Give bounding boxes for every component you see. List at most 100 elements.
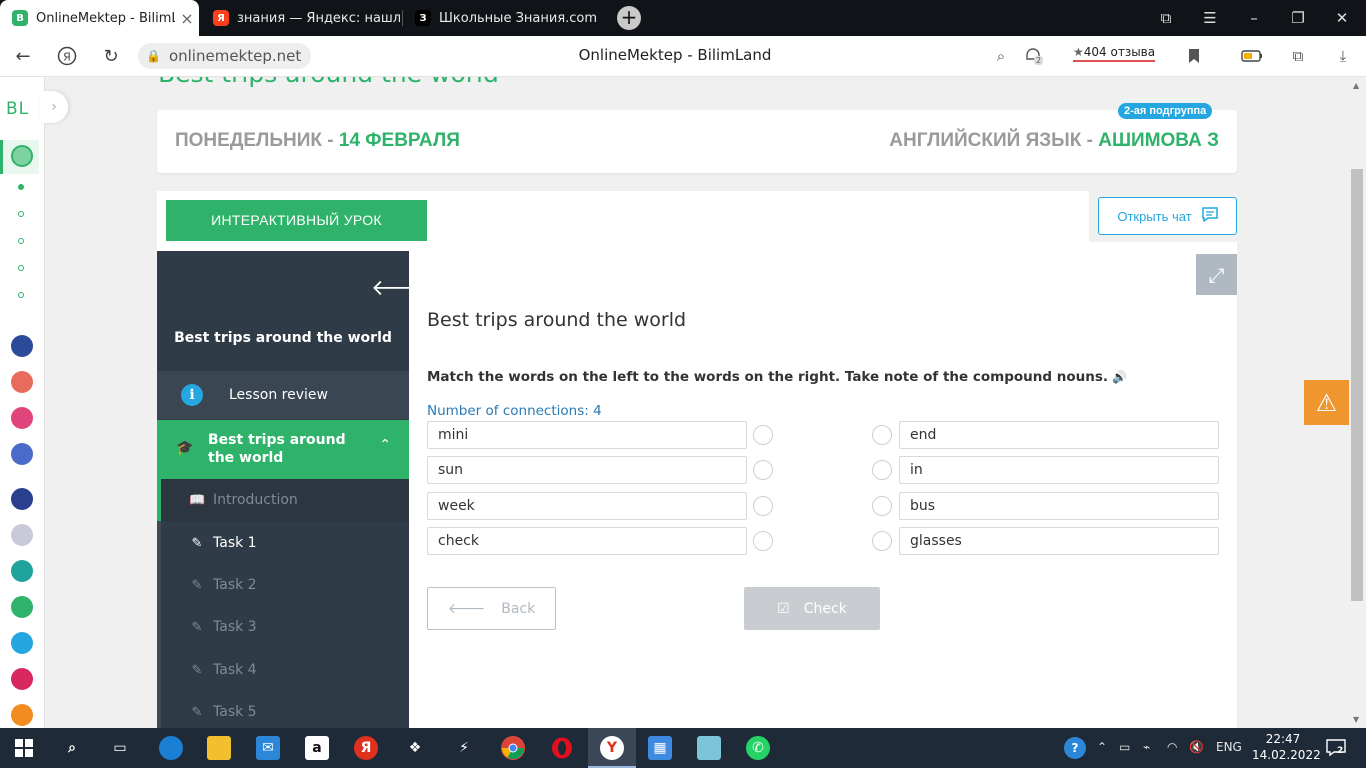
protect-icon[interactable]: 2 [1022,45,1044,67]
search-page-icon[interactable]: ⌕ [990,45,1012,67]
bilim-app-icon[interactable] [11,632,33,654]
right-connector-dot[interactable] [872,496,892,516]
right-connector-dot[interactable] [872,531,892,551]
speaker-icon[interactable]: 🔊 [1112,370,1127,384]
url-field[interactable]: 🔒 onlinemektep.net [138,43,312,69]
page-scrollbar[interactable]: ▲ ▼ [1349,77,1366,728]
bilim-app-icon[interactable] [11,560,33,582]
back-arrow-icon[interactable]: ← [11,44,35,68]
back-arrow-icon[interactable]: 🡐 [371,275,430,301]
minimize-icon[interactable]: – [1232,0,1276,36]
menu-dot-icon[interactable] [18,211,24,217]
nav-item-task-5[interactable]: ✎ Task 5 [157,691,409,733]
lesson-review-item[interactable]: i Lesson review [157,371,409,419]
scroll-up-icon[interactable]: ▲ [1353,81,1359,90]
left-connector-dot[interactable] [753,460,773,480]
nav-item-task-4[interactable]: ✎ Task 4 [157,649,409,691]
twig-app-icon[interactable] [11,668,33,690]
chrome-icon[interactable] [501,736,525,760]
volume-icon[interactable]: 🔇 [1189,740,1204,754]
bilim-app-icon[interactable] [11,371,33,393]
notifications-icon[interactable]: 2 [1324,736,1348,760]
right-connector-dot[interactable] [872,460,892,480]
right-word-card[interactable]: in [899,456,1219,484]
restore-icon[interactable]: ❐ [1276,0,1320,36]
battery-saver-icon[interactable] [1241,45,1263,67]
yandex-logo-icon[interactable]: Я [55,44,79,68]
browser-tab-znanija[interactable]: З Школьные Знания.com - Р [403,0,601,36]
mail-icon[interactable]: ✉ [256,736,280,760]
scrollbar-thumb[interactable] [1351,169,1363,601]
bookmark-icon[interactable] [1183,45,1205,67]
edge-icon[interactable] [159,736,183,760]
downloads-icon[interactable]: ⤓ [1332,45,1354,67]
left-word-card[interactable]: mini [427,421,747,449]
amazon-icon[interactable]: a [305,736,329,760]
opera-icon[interactable] [550,736,574,760]
open-chat-button[interactable]: Открыть чат [1098,197,1237,235]
battery-icon[interactable]: ▭ [1119,740,1130,754]
bilim-app-icon[interactable] [11,596,33,618]
bilim-app-icon[interactable] [11,704,33,726]
bilimland-logo[interactable]: BL [6,99,29,119]
search-icon[interactable]: ⌕ [60,736,84,760]
back-button[interactable]: 🡐 Back [427,587,556,630]
interactive-lesson-tab[interactable]: ИНТЕРАКТИВНЫЙ УРОК [166,200,427,241]
help-icon[interactable]: ? [1064,737,1086,759]
bilim-app-icon[interactable] [11,407,33,429]
file-explorer-icon[interactable] [207,736,231,760]
bilim-app-icon[interactable] [11,524,33,546]
right-word-card[interactable]: end [899,421,1219,449]
tabs-menu-icon[interactable]: ⧉ [1144,0,1188,36]
browser-tab-onlinemektep[interactable]: B OnlineMektep - BilimLand × [0,0,199,36]
check-button[interactable]: ☑ Check [744,587,880,630]
reviews-link[interactable]: ★404 отзыва [1073,45,1156,62]
yandex-browser-icon[interactable]: Y [600,736,624,760]
close-tab-icon[interactable]: × [175,9,199,28]
yandex-icon[interactable]: Я [354,736,378,760]
app-icon[interactable] [697,736,721,760]
windows-start-icon[interactable] [12,736,36,760]
report-warning-icon[interactable]: ⚠ [1304,380,1349,425]
reload-icon[interactable]: ↻ [99,44,123,68]
nav-item-introduction[interactable]: 📖 Introduction [157,479,409,521]
left-word-card[interactable]: sun [427,456,747,484]
menu-dot-icon[interactable] [18,184,24,190]
menu-dot-icon[interactable] [18,238,24,244]
clock[interactable]: 22:47 14.02.2022 [1252,731,1321,763]
smart-app-icon[interactable] [11,488,33,510]
right-word-card[interactable]: glasses [899,527,1219,555]
show-hidden-icons-chevron-icon[interactable]: ⌃ [1097,740,1107,754]
browser-tab-yandex[interactable]: Я знания — Яндекс: нашлось [201,0,401,36]
left-word-card[interactable]: check [427,527,747,555]
whatsapp-icon[interactable]: ✆ [746,736,770,760]
nav-item-task-2[interactable]: ✎ Task 2 [157,564,409,606]
bilim-app-icon[interactable] [11,335,33,357]
nav-item-task-1[interactable]: ✎ Task 1 [157,522,409,564]
menu-dot-icon[interactable] [18,265,24,271]
dropbox-icon[interactable]: ❖ [403,736,427,760]
nav-item-task-3[interactable]: ✎ Task 3 [157,606,409,648]
right-connector-dot[interactable] [872,425,892,445]
new-tab-button[interactable]: + [617,6,641,30]
fullscreen-expand-icon[interactable]: ⤢ [1196,254,1237,295]
left-word-card[interactable]: week [427,492,747,520]
app-icon[interactable]: ⚡ [452,736,476,760]
menu-dot-icon[interactable] [18,292,24,298]
bilim-app-icon[interactable] [11,443,33,465]
store-icon[interactable]: ▦ [648,736,672,760]
left-connector-dot[interactable] [753,496,773,516]
language-indicator[interactable]: ENG [1216,740,1242,754]
right-word-card[interactable]: bus [899,492,1219,520]
browser-menu-icon[interactable]: ☰ [1188,0,1232,36]
scroll-down-icon[interactable]: ▼ [1353,715,1359,724]
close-window-icon[interactable]: ✕ [1320,0,1364,36]
wifi-icon[interactable]: ◠ [1167,740,1177,754]
onlinemektep-app-icon[interactable] [11,145,33,167]
network-icon[interactable]: ⌁ [1143,740,1150,754]
collections-icon[interactable]: ⧉ [1287,45,1309,67]
task-view-icon[interactable]: ▭ [108,736,132,760]
left-connector-dot[interactable] [753,425,773,445]
lesson-section-header[interactable]: 🎓 Best trips around the world ⌃ [157,420,409,479]
sidebar-expand-chevron-icon[interactable]: › [40,91,68,123]
